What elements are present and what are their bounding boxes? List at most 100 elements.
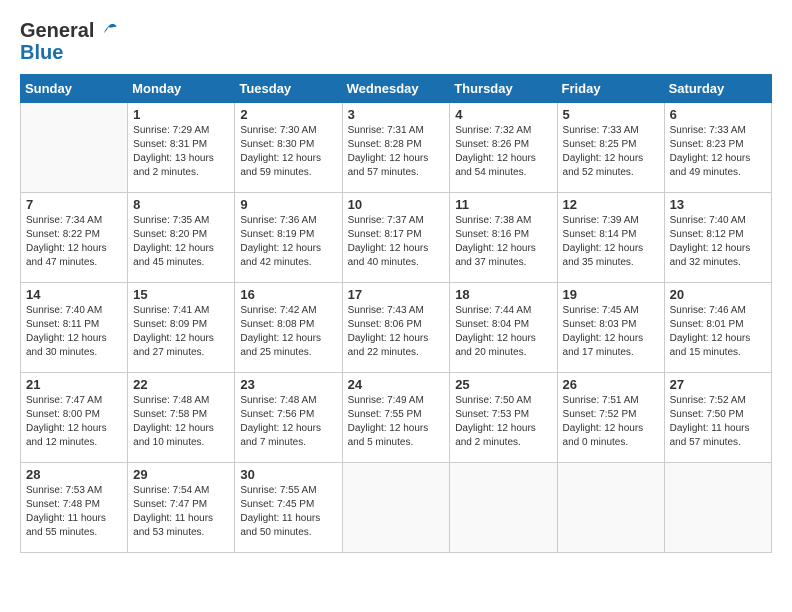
day-info: Sunrise: 7:46 AM Sunset: 8:01 PM Dayligh… <box>670 304 766 360</box>
day-info: Sunrise: 7:47 AM Sunset: 8:00 PM Dayligh… <box>26 394 122 450</box>
day-info: Sunrise: 7:31 AM Sunset: 8:28 PM Dayligh… <box>348 124 445 180</box>
logo-text-block: General Blue <box>20 20 118 64</box>
calendar-cell: 19 Sunrise: 7:45 AM Sunset: 8:03 PM Dayli… <box>557 283 664 373</box>
calendar-cell: 28 Sunrise: 7:53 AM Sunset: 7:48 PM Dayli… <box>21 463 128 553</box>
day-number: 20 <box>670 287 766 302</box>
calendar-week-row: 1 Sunrise: 7:29 AM Sunset: 8:31 PM Daylig… <box>21 103 772 193</box>
day-number: 22 <box>133 377 229 392</box>
calendar-cell <box>557 463 664 553</box>
calendar-week-row: 21 Sunrise: 7:47 AM Sunset: 8:00 PM Dayli… <box>21 373 772 463</box>
calendar-cell: 11 Sunrise: 7:38 AM Sunset: 8:16 PM Dayli… <box>450 193 557 283</box>
logo-blue-word: Blue <box>20 42 118 64</box>
day-number: 11 <box>455 197 551 212</box>
day-number: 2 <box>240 107 336 122</box>
day-number: 12 <box>563 197 659 212</box>
day-number: 1 <box>133 107 229 122</box>
calendar-cell: 8 Sunrise: 7:35 AM Sunset: 8:20 PM Daylig… <box>128 193 235 283</box>
calendar-cell: 5 Sunrise: 7:33 AM Sunset: 8:25 PM Daylig… <box>557 103 664 193</box>
calendar-cell: 4 Sunrise: 7:32 AM Sunset: 8:26 PM Daylig… <box>450 103 557 193</box>
logo-top-row: General <box>20 20 118 42</box>
day-info: Sunrise: 7:42 AM Sunset: 8:08 PM Dayligh… <box>240 304 336 360</box>
day-info: Sunrise: 7:36 AM Sunset: 8:19 PM Dayligh… <box>240 214 336 270</box>
logo-general-word: General <box>20 20 94 42</box>
day-info: Sunrise: 7:43 AM Sunset: 8:06 PM Dayligh… <box>348 304 445 360</box>
calendar-cell: 21 Sunrise: 7:47 AM Sunset: 8:00 PM Dayli… <box>21 373 128 463</box>
day-number: 5 <box>563 107 659 122</box>
day-info: Sunrise: 7:51 AM Sunset: 7:52 PM Dayligh… <box>563 394 659 450</box>
day-of-week-friday: Friday <box>557 75 664 103</box>
calendar-cell: 6 Sunrise: 7:33 AM Sunset: 8:23 PM Daylig… <box>664 103 771 193</box>
calendar-cell: 14 Sunrise: 7:40 AM Sunset: 8:11 PM Dayli… <box>21 283 128 373</box>
calendar-header-row: SundayMondayTuesdayWednesdayThursdayFrid… <box>21 75 772 103</box>
day-info: Sunrise: 7:30 AM Sunset: 8:30 PM Dayligh… <box>240 124 336 180</box>
calendar-cell: 13 Sunrise: 7:40 AM Sunset: 8:12 PM Dayli… <box>664 193 771 283</box>
day-number: 10 <box>348 197 445 212</box>
calendar-week-row: 28 Sunrise: 7:53 AM Sunset: 7:48 PM Dayli… <box>21 463 772 553</box>
day-info: Sunrise: 7:53 AM Sunset: 7:48 PM Dayligh… <box>26 484 122 540</box>
calendar-cell: 9 Sunrise: 7:36 AM Sunset: 8:19 PM Daylig… <box>235 193 342 283</box>
day-number: 19 <box>563 287 659 302</box>
day-info: Sunrise: 7:37 AM Sunset: 8:17 PM Dayligh… <box>348 214 445 270</box>
calendar-cell: 10 Sunrise: 7:37 AM Sunset: 8:17 PM Dayli… <box>342 193 450 283</box>
calendar-cell: 30 Sunrise: 7:55 AM Sunset: 7:45 PM Dayli… <box>235 463 342 553</box>
calendar-week-row: 7Sunrise: 7:34 AM Sunset: 8:22 PM Daylig… <box>21 193 772 283</box>
day-info: Sunrise: 7:48 AM Sunset: 7:58 PM Dayligh… <box>133 394 229 450</box>
day-number: 15 <box>133 287 229 302</box>
calendar-cell <box>21 103 128 193</box>
day-info: Sunrise: 7:40 AM Sunset: 8:12 PM Dayligh… <box>670 214 766 270</box>
calendar-cell <box>664 463 771 553</box>
day-info: Sunrise: 7:50 AM Sunset: 7:53 PM Dayligh… <box>455 394 551 450</box>
day-info: Sunrise: 7:55 AM Sunset: 7:45 PM Dayligh… <box>240 484 336 540</box>
calendar-cell: 22 Sunrise: 7:48 AM Sunset: 7:58 PM Dayli… <box>128 373 235 463</box>
day-number: 25 <box>455 377 551 392</box>
day-number: 8 <box>133 197 229 212</box>
day-number: 30 <box>240 467 336 482</box>
calendar-cell: 3 Sunrise: 7:31 AM Sunset: 8:28 PM Daylig… <box>342 103 450 193</box>
day-info: Sunrise: 7:54 AM Sunset: 7:47 PM Dayligh… <box>133 484 229 540</box>
calendar-cell: 17 Sunrise: 7:43 AM Sunset: 8:06 PM Dayli… <box>342 283 450 373</box>
day-info: Sunrise: 7:44 AM Sunset: 8:04 PM Dayligh… <box>455 304 551 360</box>
calendar-cell: 7Sunrise: 7:34 AM Sunset: 8:22 PM Daylig… <box>21 193 128 283</box>
day-of-week-thursday: Thursday <box>450 75 557 103</box>
day-number: 6 <box>670 107 766 122</box>
day-number: 14 <box>26 287 122 302</box>
day-number: 27 <box>670 377 766 392</box>
day-number: 18 <box>455 287 551 302</box>
logo-container: General Blue <box>20 20 118 64</box>
day-info: Sunrise: 7:48 AM Sunset: 7:56 PM Dayligh… <box>240 394 336 450</box>
day-info: Sunrise: 7:32 AM Sunset: 8:26 PM Dayligh… <box>455 124 551 180</box>
day-info: Sunrise: 7:33 AM Sunset: 8:25 PM Dayligh… <box>563 124 659 180</box>
calendar-cell: 12 Sunrise: 7:39 AM Sunset: 8:14 PM Dayli… <box>557 193 664 283</box>
day-of-week-saturday: Saturday <box>664 75 771 103</box>
day-number: 3 <box>348 107 445 122</box>
day-info: Sunrise: 7:40 AM Sunset: 8:11 PM Dayligh… <box>26 304 122 360</box>
day-info: Sunrise: 7:35 AM Sunset: 8:20 PM Dayligh… <box>133 214 229 270</box>
day-info: Sunrise: 7:41 AM Sunset: 8:09 PM Dayligh… <box>133 304 229 360</box>
day-info: Sunrise: 7:49 AM Sunset: 7:55 PM Dayligh… <box>348 394 445 450</box>
day-number: 7 <box>26 197 122 212</box>
day-number: 26 <box>563 377 659 392</box>
calendar-cell: 15 Sunrise: 7:41 AM Sunset: 8:09 PM Dayli… <box>128 283 235 373</box>
calendar-cell: 26 Sunrise: 7:51 AM Sunset: 7:52 PM Dayli… <box>557 373 664 463</box>
calendar-cell: 16Sunrise: 7:42 AM Sunset: 8:08 PM Dayli… <box>235 283 342 373</box>
day-number: 21 <box>26 377 122 392</box>
day-number: 9 <box>240 197 336 212</box>
day-info: Sunrise: 7:33 AM Sunset: 8:23 PM Dayligh… <box>670 124 766 180</box>
day-of-week-tuesday: Tuesday <box>235 75 342 103</box>
day-number: 17 <box>348 287 445 302</box>
day-number: 29 <box>133 467 229 482</box>
day-info: Sunrise: 7:39 AM Sunset: 8:14 PM Dayligh… <box>563 214 659 270</box>
day-info: Sunrise: 7:52 AM Sunset: 7:50 PM Dayligh… <box>670 394 766 450</box>
day-number: 13 <box>670 197 766 212</box>
day-number: 28 <box>26 467 122 482</box>
calendar-cell: 2 Sunrise: 7:30 AM Sunset: 8:30 PM Daylig… <box>235 103 342 193</box>
day-info: Sunrise: 7:45 AM Sunset: 8:03 PM Dayligh… <box>563 304 659 360</box>
day-number: 24 <box>348 377 445 392</box>
day-of-week-wednesday: Wednesday <box>342 75 450 103</box>
logo: General Blue <box>20 20 118 64</box>
calendar-cell: 24 Sunrise: 7:49 AM Sunset: 7:55 PM Dayli… <box>342 373 450 463</box>
day-number: 4 <box>455 107 551 122</box>
day-info: Sunrise: 7:29 AM Sunset: 8:31 PM Dayligh… <box>133 124 229 180</box>
day-info: Sunrise: 7:38 AM Sunset: 8:16 PM Dayligh… <box>455 214 551 270</box>
calendar-cell <box>450 463 557 553</box>
